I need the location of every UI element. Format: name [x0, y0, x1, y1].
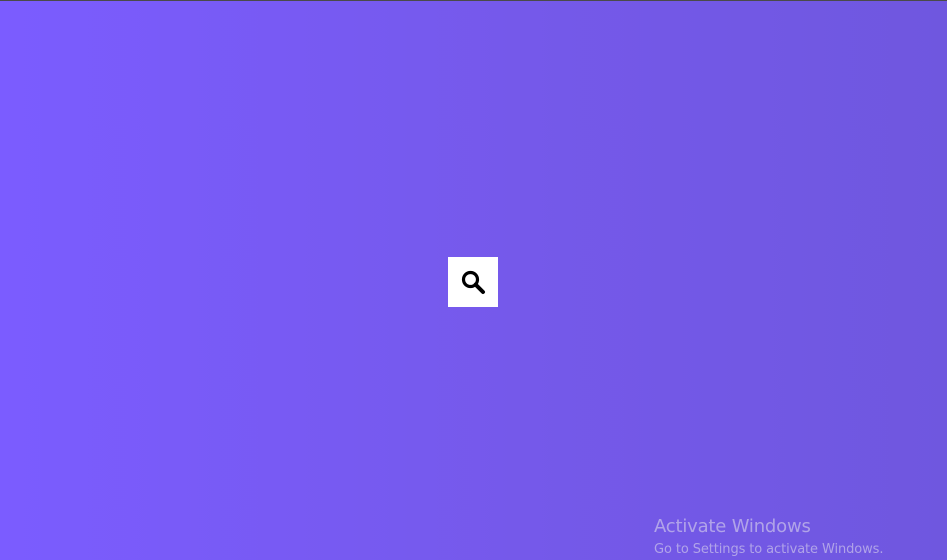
activation-watermark: Activate Windows Go to Settings to activ… [654, 516, 883, 558]
search-icon [460, 269, 486, 295]
watermark-subtitle: Go to Settings to activate Windows. [654, 542, 884, 557]
watermark-title: Activate Windows [654, 516, 811, 537]
search-button[interactable] [448, 257, 498, 307]
page-background: Activate Windows Go to Settings to activ… [0, 0, 947, 560]
